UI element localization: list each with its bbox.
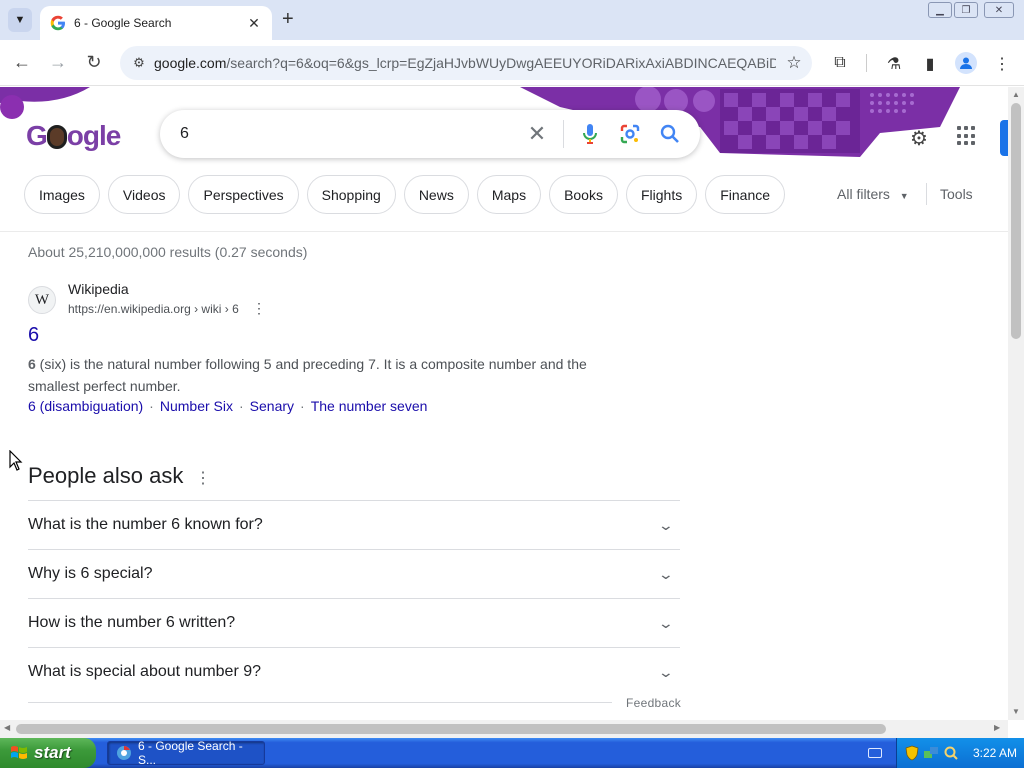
horizontal-scroll-thumb[interactable]	[16, 724, 886, 734]
reload-icon[interactable]: ↻	[83, 52, 105, 72]
settings-gear-icon[interactable]: ⚙	[910, 126, 928, 151]
system-tray: 3:22 AM	[896, 738, 1024, 768]
search-filter-chips: Images Videos Perspectives Shopping News…	[24, 175, 786, 215]
restore-button[interactable]: ❐	[954, 2, 978, 18]
result-snippet: 6 (six) is the natural number following …	[28, 356, 587, 394]
new-tab-button[interactable]: +	[282, 9, 294, 29]
address-bar[interactable]: ⚙ google.com/search?q=6&oq=6&gs_lcrp=EgZ…	[120, 46, 812, 80]
scroll-up-icon[interactable]: ▲	[1012, 90, 1020, 99]
chevron-down-icon: ▼	[14, 14, 26, 26]
screen: ▼ 6 - Google Search ✕ + ▁ ❐ ✕ ← → ↻ ⚙ go…	[0, 0, 1024, 768]
google-g-icon	[50, 15, 65, 31]
taskbar-window-button[interactable]: 6 - Google Search - S...	[107, 739, 265, 767]
sitelink-number-seven[interactable]: The number seven	[311, 398, 428, 414]
wikipedia-favicon-icon: W	[28, 286, 56, 314]
search-box[interactable]: 6 ✕	[160, 110, 700, 158]
result-site-name[interactable]: Wikipedia	[68, 281, 129, 297]
chip-flights[interactable]: Flights	[625, 175, 698, 214]
all-filters-button[interactable]: All filters ▼	[837, 186, 909, 202]
security-shield-icon[interactable]	[905, 745, 919, 761]
result-title-link[interactable]: 6	[28, 324, 39, 347]
paa-question[interactable]: Why is 6 special? ⌄	[28, 549, 680, 598]
result-sitelinks: 6 (disambiguation) · Number Six · Senary · The…	[28, 398, 428, 414]
chrome-icon	[117, 746, 131, 760]
search-tray-icon[interactable]	[943, 745, 959, 761]
search-input[interactable]: 6	[180, 125, 517, 143]
minimize-button[interactable]: ▁	[928, 2, 952, 18]
paa-question[interactable]: How is the number 6 written? ⌄	[28, 598, 680, 647]
tab-title: 6 - Google Search	[74, 16, 172, 30]
search-icon[interactable]	[650, 124, 690, 144]
sitelink-senary[interactable]: Senary	[250, 398, 294, 414]
scroll-right-icon[interactable]: ▶	[994, 723, 1000, 732]
paa-question[interactable]: What is special about number 9? ⌄	[28, 647, 680, 696]
start-button[interactable]: start	[0, 738, 96, 768]
url-text[interactable]: google.com/search?q=6&oq=6&gs_lcrp=EgZja…	[154, 55, 776, 71]
sitelink-disambiguation[interactable]: 6 (disambiguation)	[28, 398, 143, 414]
forward-icon[interactable]: →	[47, 52, 69, 72]
microphone-icon[interactable]	[570, 123, 610, 145]
tab-close-icon[interactable]: ✕	[246, 15, 262, 32]
chip-perspectives[interactable]: Perspectives	[188, 175, 299, 214]
scroll-down-icon[interactable]: ▼	[1012, 707, 1020, 716]
site-info-icon[interactable]: ⚙	[124, 55, 154, 71]
result-stats: About 25,210,000,000 results (0.27 secon…	[28, 244, 308, 260]
google-apps-icon[interactable]	[957, 126, 977, 146]
scroll-left-icon[interactable]: ◀	[4, 723, 10, 732]
chevron-down-icon: ⌄	[657, 663, 675, 680]
sitelink-number-six[interactable]: Number Six	[160, 398, 233, 414]
windows-flag-icon	[11, 746, 27, 759]
chevron-down-icon: ⌄	[657, 516, 675, 533]
clock: 3:22 AM	[973, 746, 1018, 760]
google-doodle-logo[interactable]: Gogle	[26, 120, 121, 152]
chip-shopping[interactable]: Shopping	[306, 175, 396, 214]
chip-news[interactable]: News	[403, 175, 469, 214]
paa-more-options-icon[interactable]: ⋮	[195, 468, 211, 488]
extensions-icon[interactable]: ⧉	[830, 54, 850, 72]
lens-camera-icon[interactable]	[610, 123, 650, 145]
clear-icon[interactable]: ✕	[517, 121, 557, 147]
chip-finance[interactable]: Finance	[705, 175, 786, 214]
side-panel-icon[interactable]: ▮	[920, 54, 940, 74]
person-icon	[960, 57, 972, 69]
chip-videos[interactable]: Videos	[107, 175, 181, 214]
sign-in-button[interactable]	[1000, 120, 1008, 156]
chevron-down-icon: ⌄	[657, 614, 675, 631]
chip-maps[interactable]: Maps	[476, 175, 542, 214]
people-also-ask-heading: People also ask	[28, 463, 184, 488]
network-icon[interactable]	[923, 745, 939, 761]
chevron-down-icon: ⌄	[657, 565, 675, 582]
tab-active[interactable]: 6 - Google Search ✕	[40, 6, 272, 40]
feedback-link[interactable]: Feedback	[626, 696, 681, 710]
back-icon[interactable]: ←	[11, 52, 33, 72]
close-window-button[interactable]: ✕	[984, 2, 1014, 18]
browser-toolbar: ← → ↻ ⚙ google.com/search?q=6&oq=6&gs_lc…	[0, 40, 1024, 86]
labs-flask-icon[interactable]: ⚗	[884, 54, 904, 74]
vertical-scroll-thumb[interactable]	[1011, 103, 1021, 339]
chip-books[interactable]: Books	[549, 175, 618, 214]
vertical-scrollbar[interactable]: ▲ ▼	[1008, 87, 1024, 720]
keyboard-icon[interactable]	[868, 748, 882, 758]
menu-kebab-icon[interactable]: ⋮	[992, 54, 1012, 74]
mouse-cursor-icon	[9, 450, 23, 471]
horizontal-scrollbar[interactable]: ◀ ▶	[0, 720, 1008, 738]
profile-avatar[interactable]	[955, 52, 977, 74]
tab-search-button[interactable]: ▼	[8, 8, 32, 32]
tools-button[interactable]: Tools	[940, 186, 973, 202]
tab-strip: ▼ 6 - Google Search ✕ + ▁ ❐ ✕	[0, 0, 1024, 40]
people-also-ask-list: What is the number 6 known for? ⌄ Why is …	[28, 500, 680, 696]
result-more-options-icon[interactable]: ⋮	[252, 300, 266, 317]
result-cite-url[interactable]: https://en.wikipedia.org › wiki › 6	[68, 302, 239, 316]
bookmark-star-icon[interactable]: ☆	[776, 53, 812, 73]
paa-question[interactable]: What is the number 6 known for? ⌄	[28, 500, 680, 549]
caret-down-icon: ▼	[899, 191, 909, 201]
chip-images[interactable]: Images	[24, 175, 100, 214]
